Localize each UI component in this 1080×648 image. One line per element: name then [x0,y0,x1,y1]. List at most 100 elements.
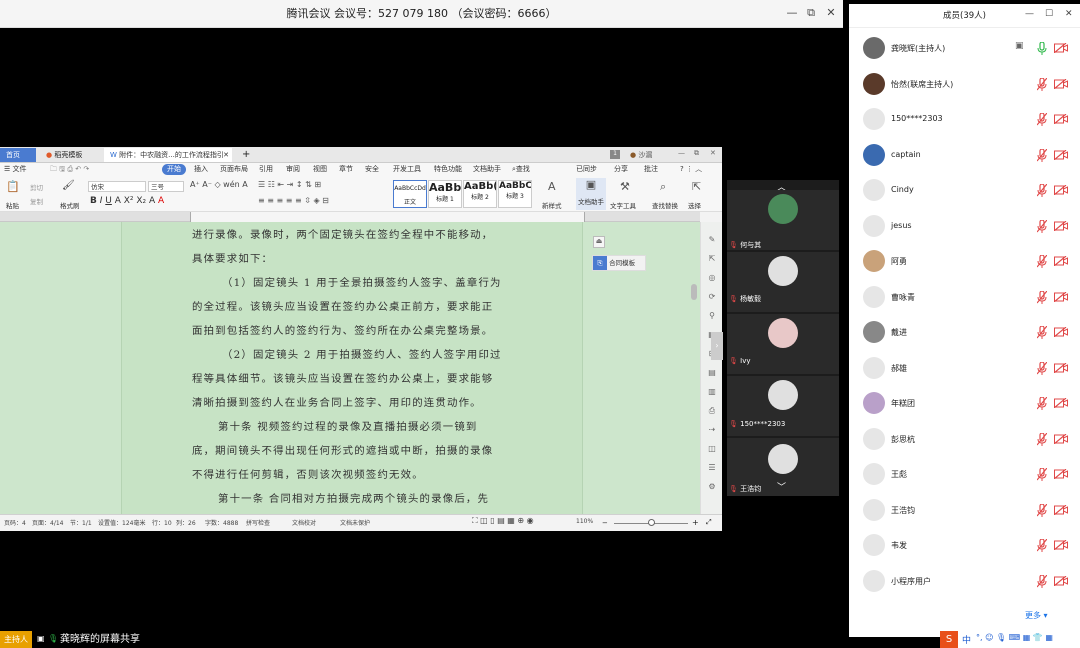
member-row[interactable]: 曹咏青 [849,280,1080,315]
ime-language[interactable]: 中 [962,633,971,646]
menu-layout[interactable]: 页面布局 [220,163,248,176]
sidebar-tool-icons[interactable]: ✎⇱◎⟳⚲▦⊞▤▥⎙⇢◫☰⚙ [705,230,719,496]
mic-muted-icon[interactable] [1036,325,1048,339]
camera-off-icon[interactable] [1053,78,1068,89]
menu-doc-helper[interactable]: 文档助手 [473,163,501,176]
doc-user[interactable]: ● 沙漏 [630,150,652,160]
style-heading2[interactable]: AaBb( 标题 2 [463,180,497,208]
member-row[interactable]: jesus [849,209,1080,244]
menu-file[interactable]: ☰ 文件 [4,163,27,176]
horizontal-ruler[interactable] [0,212,700,222]
style-normal[interactable]: AaBbCcDd 正文 [393,180,427,208]
camera-off-icon[interactable] [1053,575,1068,586]
camera-off-icon[interactable] [1053,468,1068,480]
close-icon[interactable]: ✕ [823,6,839,19]
scroll-down-icon[interactable]: ﹀ [777,480,786,493]
mic-muted-icon[interactable] [1036,218,1048,233]
camera-off-icon[interactable] [1053,42,1068,54]
menu-view[interactable]: 视图 [313,163,327,176]
video-tile[interactable]: 🎙 Ivy [727,314,839,374]
camera-off-icon[interactable] [1053,433,1068,444]
mic-muted-icon[interactable] [1036,502,1048,517]
member-row[interactable]: 年糕团 [849,386,1080,421]
doc-protect-status[interactable]: 文档未保护 [340,518,370,527]
tab-docer[interactable]: ● 稻壳模板 [40,148,102,162]
mic-muted-icon[interactable] [1036,183,1048,197]
share-button[interactable]: 分享 [614,163,628,176]
mic-muted-icon[interactable] [1036,289,1048,304]
tab-home[interactable]: 首页 [0,148,36,162]
list-buttons[interactable]: ☰ ☷ ⇤ ⇥ ↕ ⇅ ⊞ [258,180,321,189]
menu-start[interactable]: 开始 [162,164,186,175]
float-toolbar-icon[interactable]: ⏏ [593,236,605,248]
menu-chapter[interactable]: 章节 [339,163,353,176]
camera-off-icon[interactable] [1053,397,1068,409]
document-page[interactable]: 进行录像。录像时，两个固定镜头在签约全程中不能移动， 具体要求如下： （1）固定… [121,222,583,514]
font-select[interactable]: 仿宋 [88,181,146,192]
new-style-button[interactable]: 新样式 [542,200,562,210]
view-mode-icons[interactable]: ⛶ ◫ ▯ ▤ ▦ ⊕ ◉ [472,516,534,526]
proofread-button[interactable]: 文档校对 [292,518,316,527]
member-row[interactable]: 阿勇 [849,244,1080,279]
quick-access-icons[interactable]: 🗀 🖫 ⎙ ↶ ↷ [50,165,89,176]
member-row[interactable]: 郝雄 [849,351,1080,386]
fit-window-icon[interactable]: ⤢ [706,518,712,527]
panel-close-icon[interactable]: ✕ [1065,9,1073,19]
mic-muted-icon[interactable] [1036,431,1048,446]
comment-button[interactable]: 批注 [644,163,658,176]
wps-minimize-icon[interactable]: — [678,149,685,157]
minimize-icon[interactable]: — [784,6,800,19]
mic-muted-icon[interactable] [1036,360,1048,375]
camera-off-icon[interactable] [1053,539,1068,551]
vertical-scrollbar[interactable] [691,284,697,300]
camera-off-icon[interactable] [1053,220,1068,231]
video-tile[interactable]: 🎙 杨敏毅 [727,252,839,312]
sidebar-expand-icon[interactable]: › [711,332,723,360]
mic-muted-icon[interactable] [1036,573,1048,588]
style-heading1[interactable]: AaBb 标题 1 [428,180,462,208]
member-row[interactable]: 韦发 [849,528,1080,563]
zoom-slider-thumb[interactable] [648,519,655,526]
copy-button[interactable]: 复制 [30,196,43,206]
contract-template-button[interactable]: ⎘ 合同模板 [592,255,646,271]
camera-off-icon[interactable] [1053,149,1068,160]
font-size-select[interactable]: 三号 [148,181,184,192]
paste-icon[interactable]: 📋 [6,180,20,193]
video-tile[interactable]: 🎙 150****2303 [727,376,839,436]
menu-developer[interactable]: 开发工具 [393,163,421,176]
camera-off-icon[interactable] [1053,113,1068,125]
camera-off-icon[interactable] [1053,184,1068,196]
new-tab-button[interactable]: + [236,148,256,162]
mic-muted-icon[interactable] [1036,147,1048,162]
member-row[interactable]: captain [849,138,1080,173]
mic-muted-icon[interactable] [1036,467,1048,481]
help-icon[interactable]: ? ⋮ ︿ [680,163,702,176]
select-button[interactable]: 选择 [688,200,701,210]
sogou-ime-icon[interactable]: S [940,631,958,648]
tab-document[interactable]: W 附件：中农融资...的工作流程指引 ✕ [104,148,232,162]
zoom-out-icon[interactable]: − [602,519,608,527]
menu-review[interactable]: 审阅 [286,163,300,176]
text-format-buttons[interactable]: B I U A X² X₂ A A [90,196,164,206]
tray-icons[interactable]: °, ☺ 🎙 ⌨ ▦ 👕 ▦ [976,633,1053,642]
zoom-in-icon[interactable]: + [692,518,699,527]
paste-button[interactable]: 粘贴 [6,200,19,210]
camera-off-icon[interactable] [1053,291,1068,302]
member-row[interactable]: 王浩钧 [849,493,1080,528]
font-size-controls[interactable]: A⁺ A⁻ ◇ wén A [190,180,248,189]
menu-insert[interactable]: 插入 [194,163,208,176]
mic-muted-icon[interactable] [1036,112,1048,126]
document-canvas[interactable]: 进行录像。录像时，两个固定镜头在签约全程中不能移动， 具体要求如下： （1）固定… [0,222,700,514]
tab-close-icon[interactable]: ✕ [223,148,229,162]
mic-muted-icon[interactable] [1036,396,1048,410]
member-row[interactable]: 王彪 [849,457,1080,492]
menu-find[interactable]: ⌕查找 [512,163,530,176]
camera-off-icon[interactable] [1053,326,1068,338]
menu-reference[interactable]: 引用 [259,163,273,176]
member-row[interactable]: 龚晓辉(主持人) ▣ [849,31,1080,66]
member-row[interactable]: 彭思杭 [849,422,1080,457]
menu-features[interactable]: 特色功能 [434,163,462,176]
zoom-level[interactable]: 110% [576,518,593,525]
camera-off-icon[interactable] [1053,362,1068,373]
member-row[interactable]: Cindy [849,173,1080,208]
